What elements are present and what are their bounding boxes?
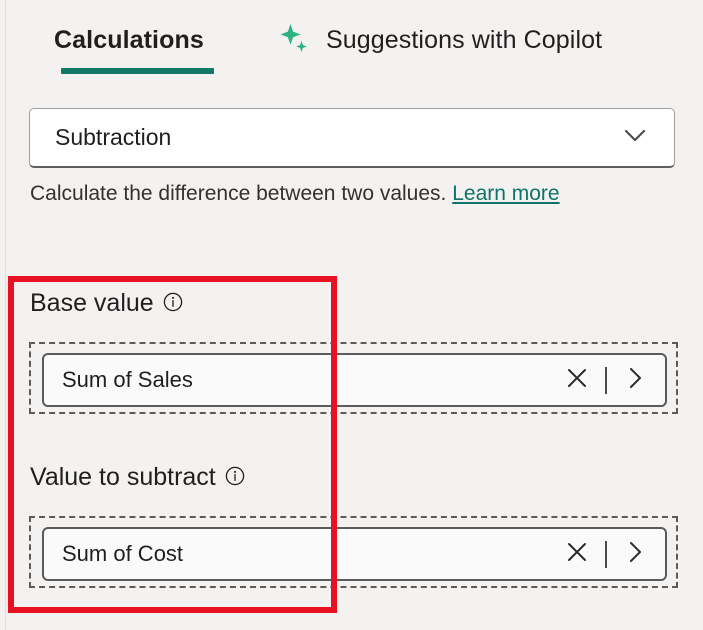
calculations-panel: Calculations Suggestions with Copilot Su…: [6, 0, 703, 630]
info-icon[interactable]: [154, 289, 183, 317]
value-to-subtract-label: Value to subtract: [30, 462, 216, 491]
base-value-label-row: Base value: [30, 286, 703, 320]
value-to-subtract-field-value: Sum of Cost: [62, 541, 184, 566]
value-to-subtract-dropzone[interactable]: Sum of Cost: [29, 516, 678, 588]
field-group-base-value: Base value Sum of Sales: [6, 286, 703, 414]
tab-calculations[interactable]: Calculations: [54, 20, 204, 60]
chevron-right-icon[interactable]: [622, 539, 648, 570]
base-value-field-actions: [564, 365, 648, 396]
tab-selected-underline: [61, 68, 214, 74]
field-group-value-to-subtract: Value to subtract Sum of Cost: [6, 460, 703, 588]
tab-suggestions-with-copilot[interactable]: Suggestions with Copilot: [278, 20, 602, 60]
field-action-divider: [605, 540, 607, 568]
base-value-dropzone[interactable]: Sum of Sales: [29, 342, 678, 414]
calculation-description-text: Calculate the difference between two val…: [30, 182, 447, 205]
tab-copilot-label: Suggestions with Copilot: [326, 25, 603, 54]
value-to-subtract-field[interactable]: Sum of Cost: [42, 527, 667, 581]
value-to-subtract-label-row: Value to subtract: [30, 460, 703, 494]
learn-more-link[interactable]: Learn more: [452, 182, 559, 205]
close-icon[interactable]: [564, 539, 590, 570]
tab-calculations-label: Calculations: [54, 25, 204, 54]
chevron-down-icon: [620, 120, 674, 155]
copilot-sparkle-icon: [278, 23, 312, 57]
value-to-subtract-field-actions: [564, 539, 648, 570]
info-icon[interactable]: [216, 463, 245, 491]
base-value-label: Base value: [30, 288, 154, 317]
base-value-field-value: Sum of Sales: [62, 367, 193, 392]
field-action-divider: [605, 366, 607, 394]
chevron-right-icon[interactable]: [622, 365, 648, 396]
base-value-field[interactable]: Sum of Sales: [42, 353, 667, 407]
calculation-type-value: Subtraction: [55, 124, 172, 150]
calculation-type-dropdown[interactable]: Subtraction: [29, 108, 675, 168]
close-icon[interactable]: [564, 365, 590, 396]
calculation-description: Calculate the difference between two val…: [30, 182, 560, 206]
tab-strip: Calculations Suggestions with Copilot: [6, 0, 703, 85]
